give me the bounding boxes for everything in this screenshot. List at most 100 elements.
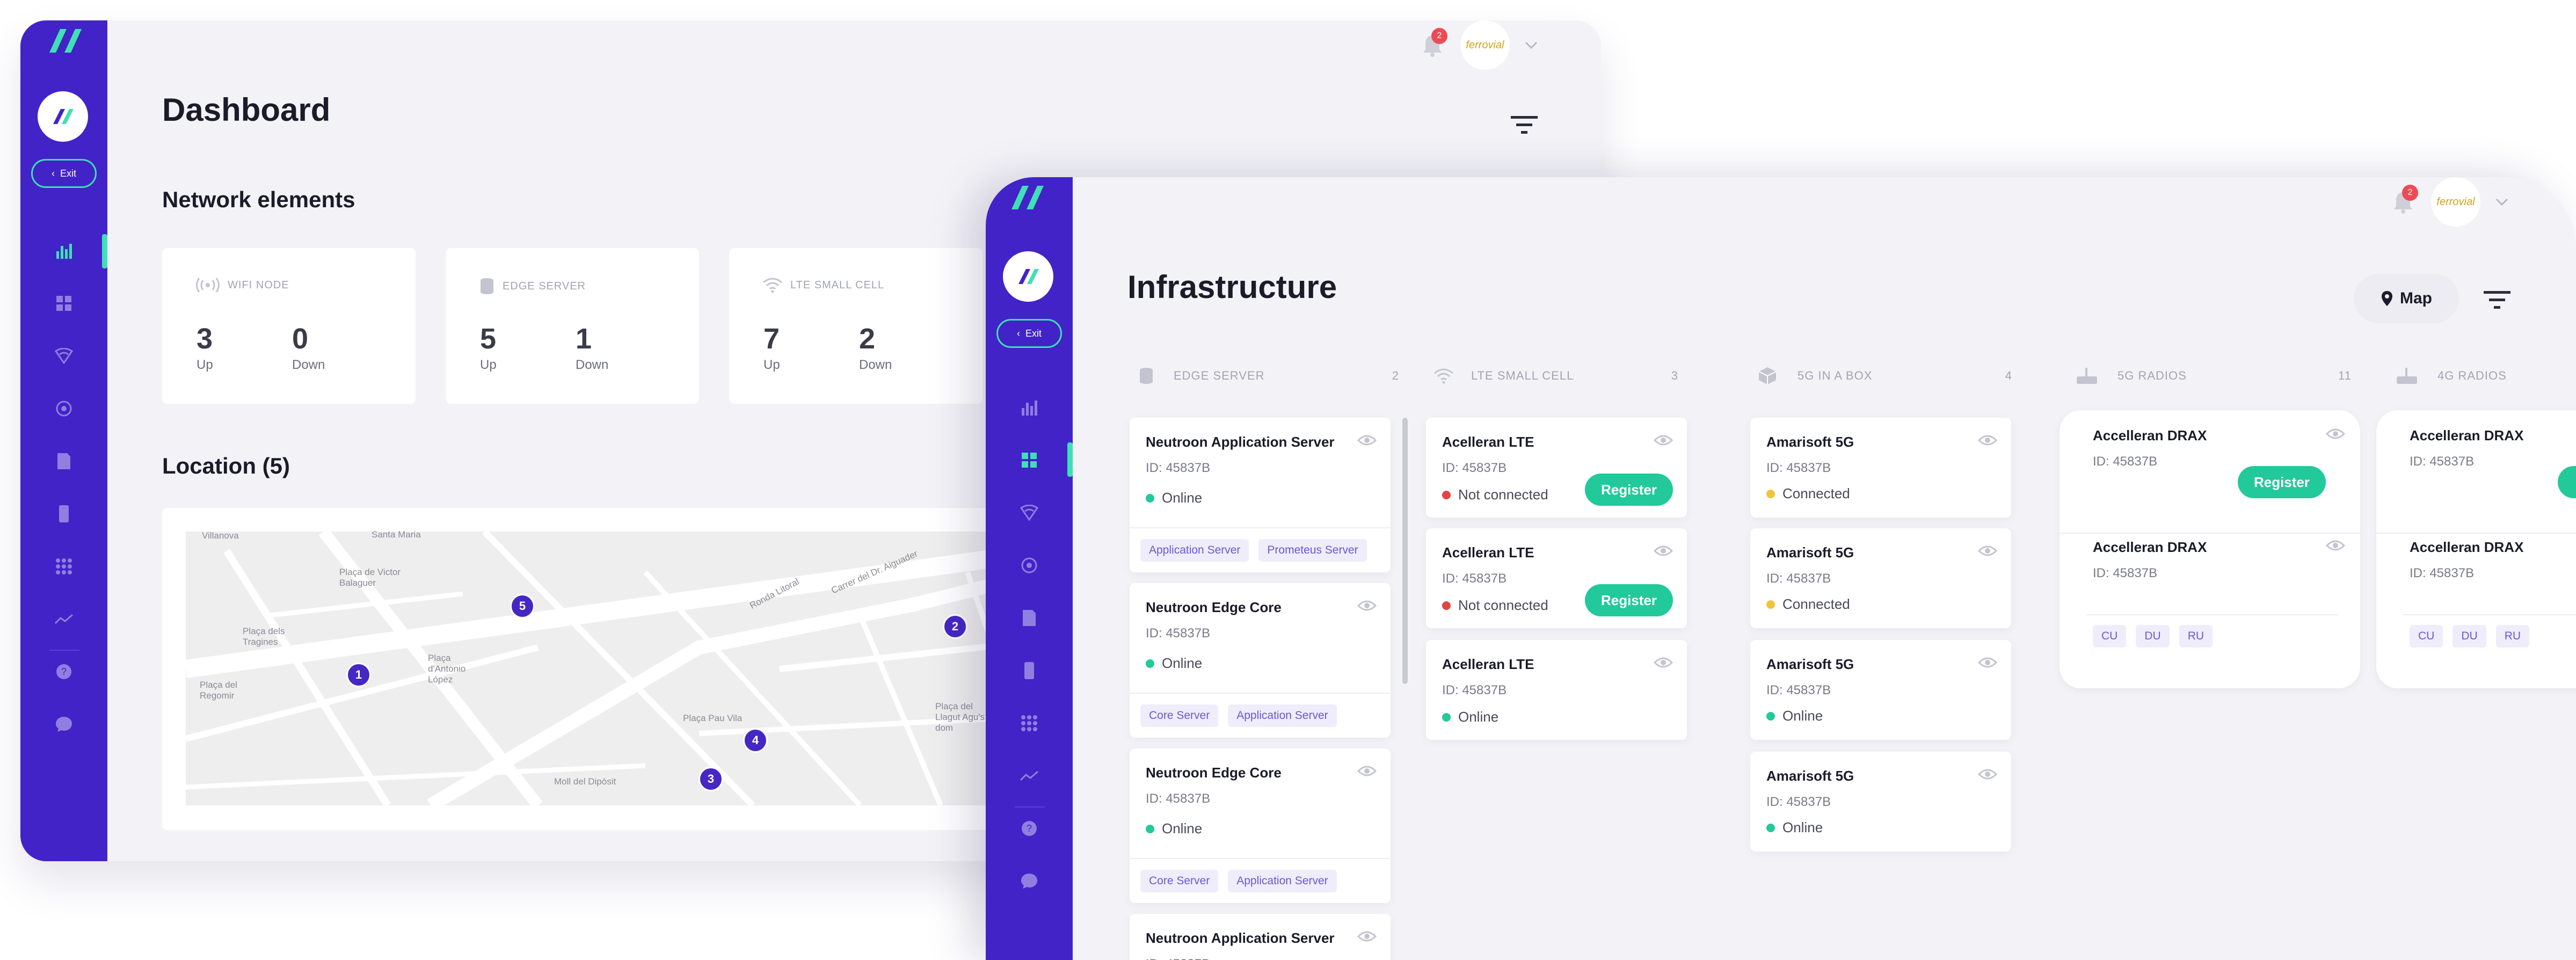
box-icon (1758, 367, 1777, 384)
register-button[interactable] (2558, 466, 2576, 498)
stat-card-wifi-node[interactable]: WIFI NODE 3 Up 0 Down (162, 248, 416, 404)
eye-icon[interactable] (2326, 539, 2345, 552)
nav-document-icon[interactable] (49, 447, 78, 476)
register-button[interactable]: Register (1585, 584, 1673, 616)
wifi-icon (1434, 368, 1453, 384)
card-id: ID: 45837B (2093, 454, 2158, 469)
card-title: Neutroon Edge Core (1146, 765, 1282, 781)
app-logo[interactable] (38, 91, 88, 142)
org-logo-text: ferrovial (2436, 195, 2475, 208)
lte-cell-card[interactable]: Acelleran LTE ID: 45837B Online (1426, 640, 1687, 740)
brand-logo-icon (49, 29, 82, 53)
nav-document-icon[interactable] (1015, 603, 1044, 632)
5g-radio-group[interactable]: Accelleran DRAX ID: 45837B Register Acce… (2060, 410, 2360, 688)
exit-button[interactable]: ‹ Exit (31, 159, 97, 188)
nav-device-icon[interactable] (49, 499, 78, 528)
eye-icon[interactable] (1357, 765, 1377, 777)
scrollbar[interactable] (1402, 418, 1408, 684)
5g-box-card[interactable]: Amarisoft 5G ID: 45837B Connected (1750, 528, 2011, 628)
page-title: Dashboard (162, 92, 331, 128)
eye-icon[interactable] (1654, 656, 1673, 669)
eye-icon[interactable] (1978, 656, 1997, 669)
tag: Application Server (1140, 539, 1249, 562)
card-title: Neutroon Application Server (1146, 930, 1335, 946)
stat-card-edge-server[interactable]: EDGE SERVER 5 Up 1 Down (446, 248, 699, 404)
nav-apps-icon[interactable] (1015, 709, 1044, 738)
tag: DU (2136, 625, 2170, 648)
nav-help-icon[interactable]: ? (1015, 814, 1044, 843)
map-pin[interactable]: 5 (510, 594, 535, 619)
nav-chat-icon[interactable] (1015, 867, 1044, 896)
card-title: Neutroon Application Server (1146, 434, 1335, 450)
column-label: 5G RADIOS (2117, 369, 2187, 382)
card-id: ID: 45837B (2093, 566, 2158, 580)
map-pin[interactable]: 2 (943, 614, 967, 639)
4g-radio-group[interactable]: Accelleran DRAX ID: 45837B Accelleran DR… (2376, 410, 2576, 688)
nav-active-indicator (102, 234, 107, 268)
org-avatar[interactable]: ferrovial (1460, 20, 1510, 70)
5g-box-card[interactable]: Amarisoft 5G ID: 45837B Connected (1750, 418, 2011, 518)
nav-analytics-icon[interactable] (1015, 761, 1044, 790)
eye-icon[interactable] (1357, 599, 1377, 612)
nav-grid-icon[interactable] (1015, 446, 1044, 475)
nav-chat-icon[interactable] (49, 710, 78, 739)
card-title: Amarisoft 5G (1766, 434, 1854, 450)
org-avatar[interactable]: ferrovial (2431, 177, 2480, 227)
map-button[interactable]: Map (2354, 274, 2459, 323)
card-id: ID: 45837B (1766, 795, 1831, 809)
map-pin[interactable]: 4 (743, 728, 768, 753)
nav-apps-icon[interactable] (49, 552, 78, 581)
chevron-down-icon[interactable] (2495, 198, 2508, 206)
edge-server-card[interactable]: Neutroon Application Server ID: 45837B (1130, 914, 1391, 960)
eye-icon[interactable] (1357, 434, 1377, 447)
eye-icon[interactable] (1357, 930, 1377, 943)
nav-device-icon[interactable] (1015, 656, 1044, 685)
notifications-button[interactable]: 2 (2392, 185, 2418, 214)
eye-icon[interactable] (2326, 427, 2345, 440)
card-id: ID: 45837B (2410, 454, 2475, 469)
nav-dashboard-icon[interactable] (1015, 393, 1044, 422)
lte-cell-card[interactable]: Acelleran LTE ID: 45837B Not connected R… (1426, 418, 1687, 518)
eye-icon[interactable] (1654, 544, 1673, 557)
edge-server-card[interactable]: Neutroon Edge Core ID: 45837B Online Cor… (1130, 748, 1391, 903)
column-label: 5G IN A BOX (1798, 369, 1873, 382)
tag: DU (2453, 625, 2486, 648)
nav-wifi-icon[interactable] (49, 341, 78, 370)
notifications-button[interactable]: 2 (1422, 28, 1447, 57)
map-pin[interactable]: 3 (698, 767, 723, 791)
eye-icon[interactable] (1654, 434, 1673, 447)
card-tags: Application Server Prometeus Server (1130, 527, 1391, 572)
eye-icon[interactable] (1978, 768, 1997, 781)
5g-box-card[interactable]: Amarisoft 5G ID: 45837B Online (1750, 640, 2011, 740)
stat-card-lte-small-cell[interactable]: LTE SMALL CELL 7 Up 2 Down (729, 248, 983, 404)
chevron-left-icon: ‹ (1016, 328, 1020, 339)
eye-icon[interactable] (1978, 544, 1997, 557)
register-button[interactable]: Register (2238, 466, 2326, 498)
nav-grid-icon[interactable] (49, 289, 78, 318)
filter-icon[interactable] (1511, 115, 1538, 134)
nav-dashboard-icon[interactable] (49, 236, 78, 265)
map-pin[interactable]: 1 (346, 663, 371, 687)
edge-server-card[interactable]: Neutroon Application Server ID: 45837B O… (1130, 418, 1391, 572)
exit-button[interactable]: ‹ Exit (996, 319, 1062, 348)
location-map[interactable]: Villanova Santa Maria Plaça de Victor Ba… (162, 508, 1129, 830)
eye-icon[interactable] (1978, 434, 1997, 447)
nav-target-icon[interactable] (1015, 551, 1044, 580)
nav-target-icon[interactable] (49, 394, 78, 423)
register-button[interactable]: Register (1585, 474, 1673, 506)
5g-box-card[interactable]: Amarisoft 5G ID: 45837B Online (1750, 752, 2011, 852)
nav-help-icon[interactable]: ? (49, 657, 78, 686)
chevron-down-icon[interactable] (1525, 41, 1538, 49)
app-logo[interactable] (1003, 251, 1053, 302)
lte-cell-card[interactable]: Acelleran LTE ID: 45837B Not connected R… (1426, 528, 1687, 628)
up-count: 7 (763, 323, 780, 355)
tag: Core Server (1140, 870, 1219, 892)
card-status: Connected (1782, 485, 1850, 501)
tag: Application Server (1228, 704, 1337, 727)
filter-icon[interactable] (2484, 290, 2510, 309)
nav-analytics-icon[interactable] (49, 605, 78, 634)
nav-wifi-icon[interactable] (1015, 498, 1044, 527)
sidebar: ‹ Exit ? (986, 177, 1073, 960)
card-status: Online (1162, 490, 1203, 506)
edge-server-card[interactable]: Neutroon Edge Core ID: 45837B Online Cor… (1130, 583, 1391, 738)
